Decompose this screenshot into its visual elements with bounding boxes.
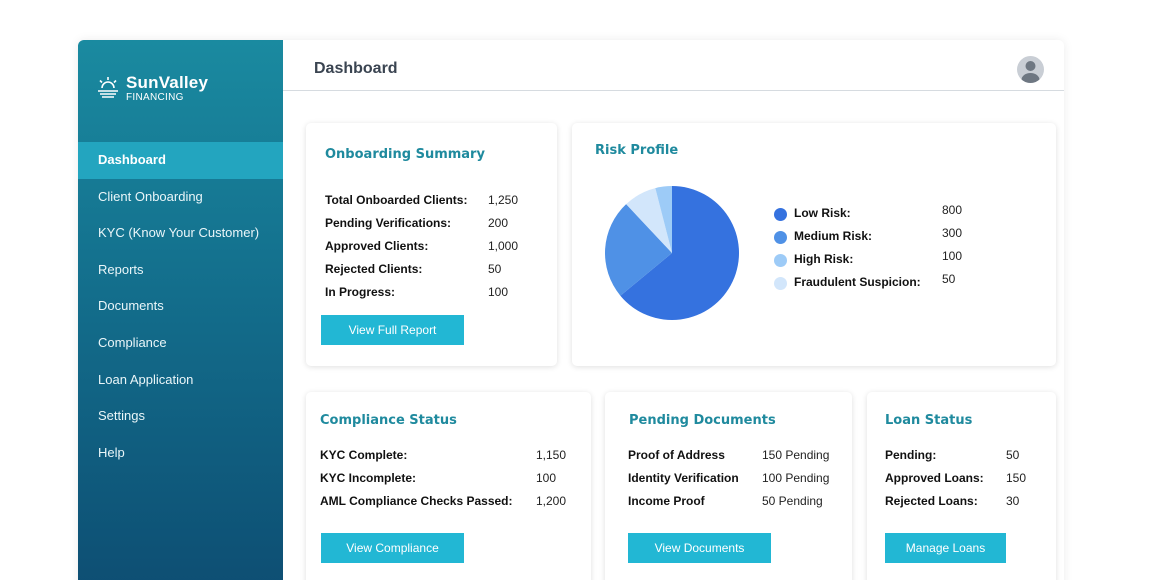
document-row: Proof of Address 150 Pending	[628, 444, 829, 467]
sidebar-item-settings[interactable]: Settings	[78, 398, 283, 435]
sidebar-item-dashboard[interactable]: Dashboard	[78, 142, 283, 179]
view-compliance-button[interactable]: View Compliance	[321, 533, 464, 563]
loan-status-title: Loan Status	[885, 413, 973, 428]
legend-value: 100	[942, 249, 963, 263]
view-full-report-button[interactable]: View Full Report	[321, 315, 464, 345]
document-stats: Proof of Address 150 Pending Identity Ver…	[628, 444, 829, 513]
stat-row: Approved Clients: 1,000	[325, 235, 518, 258]
stat-value: 100	[488, 285, 509, 299]
document-row: Identity Verification 100 Pending	[628, 467, 829, 490]
stat-label: Approved Loans:	[885, 471, 984, 485]
stat-value: 1,200	[536, 494, 567, 508]
stat-row: KYC Complete: 1,150	[320, 444, 566, 467]
legend-value: 800	[942, 203, 963, 217]
stat-label: KYC Complete:	[320, 448, 408, 462]
sidebar-item-help[interactable]: Help	[78, 435, 283, 472]
compliance-status-title: Compliance Status	[320, 413, 457, 428]
stat-row: AML Compliance Checks Passed: 1,200	[320, 490, 566, 513]
stat-value: 1,150	[536, 448, 567, 462]
stat-value: 150	[1006, 471, 1027, 485]
legend-dot	[774, 277, 787, 290]
stat-value: 50	[488, 262, 502, 276]
loan-status-card: Loan Status Pending: 50 Approved Loans: 15…	[867, 392, 1056, 580]
legend-value: 300	[942, 226, 963, 240]
sidebar-item-client-onboarding[interactable]: Client Onboarding	[78, 179, 283, 216]
legend-dot	[774, 231, 787, 244]
onboarding-summary-title: Onboarding Summary	[325, 147, 485, 162]
main-content: Dashboard Onboarding Summary Total Onboa…	[283, 40, 1064, 580]
page-title: Dashboard	[314, 60, 398, 77]
stat-value: 1,250	[488, 193, 519, 207]
document-label: Income Proof	[628, 494, 705, 508]
legend-label: High Risk:	[794, 252, 854, 266]
document-row: Income Proof 50 Pending	[628, 490, 829, 513]
stat-row: Approved Loans: 150	[885, 467, 1026, 490]
sun-logo-icon	[98, 77, 118, 98]
onboarding-stats: Total Onboarded Clients: 1,250 Pending Ve…	[325, 189, 518, 304]
legend-label: Fraudulent Suspicion:	[794, 275, 921, 289]
stat-value: 100	[536, 471, 557, 485]
compliance-stats: KYC Complete: 1,150 KYC Incomplete: 100 AM…	[320, 444, 566, 513]
stat-value: 30	[1006, 494, 1020, 508]
app-window: SunValley FINANCING Dashboard Client Onb…	[78, 40, 1064, 580]
legend-value: 50	[942, 272, 956, 286]
sidebar-item-loan-application[interactable]: Loan Application	[78, 362, 283, 399]
document-value: 150 Pending	[762, 448, 830, 462]
onboarding-summary-card: Onboarding Summary Total Onboarded Clien…	[306, 123, 557, 366]
sidebar-item-documents[interactable]: Documents	[78, 288, 283, 325]
stat-row: Pending Verifications: 200	[325, 212, 518, 235]
sidebar-item-kyc[interactable]: KYC (Know Your Customer)	[78, 215, 283, 252]
stat-value: 1,000	[488, 239, 519, 253]
legend-label: Low Risk:	[794, 206, 851, 220]
stat-row: Pending: 50	[885, 444, 1026, 467]
stat-label: Approved Clients:	[325, 239, 429, 253]
legend-dot	[774, 208, 787, 221]
view-documents-button[interactable]: View Documents	[628, 533, 771, 563]
top-bar: Dashboard	[283, 40, 1064, 91]
risk-pie-chart	[605, 186, 739, 320]
document-value: 50 Pending	[762, 494, 823, 508]
document-label: Proof of Address	[628, 448, 725, 462]
manage-loans-button[interactable]: Manage Loans	[885, 533, 1006, 563]
stat-row: Rejected Loans: 30	[885, 490, 1026, 513]
sidebar-nav: Dashboard Client Onboarding KYC (Know Yo…	[78, 142, 283, 471]
stat-label: Pending:	[885, 448, 937, 462]
risk-profile-card: Risk Profile Low Risk: 800 Medium Risk: …	[572, 123, 1056, 366]
pending-documents-title: Pending Documents	[629, 413, 776, 428]
pending-documents-card: Pending Documents Proof of Address 150 Pe…	[605, 392, 852, 580]
stat-row: Total Onboarded Clients: 1,250	[325, 189, 518, 212]
loan-stats: Pending: 50 Approved Loans: 150 Rejected L…	[885, 444, 1026, 513]
legend-label: Medium Risk:	[794, 229, 873, 243]
stat-value: 200	[488, 216, 509, 230]
brand-name: SunValley	[126, 73, 209, 92]
stat-label: Rejected Loans:	[885, 494, 978, 508]
stat-label: Pending Verifications:	[325, 216, 452, 230]
stat-label: AML Compliance Checks Passed:	[320, 494, 513, 508]
stat-row: KYC Incomplete: 100	[320, 467, 566, 490]
legend-dot	[774, 254, 787, 267]
document-value: 100 Pending	[762, 471, 830, 485]
sidebar-item-compliance[interactable]: Compliance	[78, 325, 283, 362]
stat-row: In Progress: 100	[325, 281, 518, 304]
brand-subtitle: FINANCING	[126, 92, 184, 103]
document-label: Identity Verification	[628, 471, 739, 485]
stat-label: KYC Incomplete:	[320, 471, 417, 485]
sidebar: SunValley FINANCING Dashboard Client Onb…	[78, 40, 283, 580]
stat-value: 50	[1006, 448, 1020, 462]
stat-row: Rejected Clients: 50	[325, 258, 518, 281]
stat-label: Rejected Clients:	[325, 262, 423, 276]
sidebar-item-reports[interactable]: Reports	[78, 252, 283, 289]
risk-profile-title: Risk Profile	[595, 143, 679, 158]
compliance-status-card: Compliance Status KYC Complete: 1,150 KYC…	[306, 392, 591, 580]
stat-label: Total Onboarded Clients:	[325, 193, 468, 207]
brand-logo[interactable]: SunValley FINANCING	[96, 74, 208, 103]
user-avatar-icon[interactable]	[1017, 56, 1044, 83]
stat-label: In Progress:	[325, 285, 396, 299]
